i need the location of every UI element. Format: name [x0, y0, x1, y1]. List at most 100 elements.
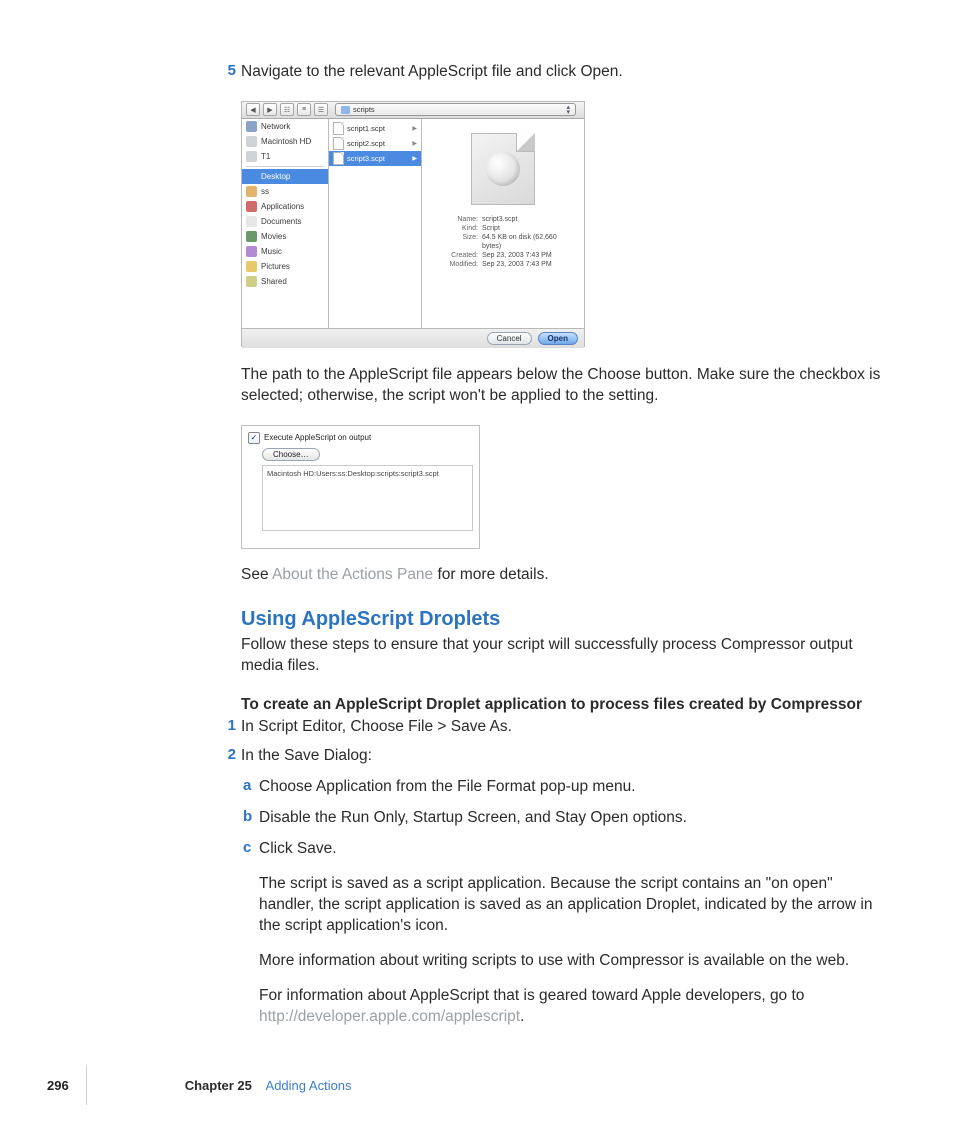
sidebar-label: Desktop: [261, 172, 290, 181]
sidebar-item-t1[interactable]: T1: [242, 149, 328, 164]
sidebar-label: Shared: [261, 277, 287, 286]
page-number: 296: [47, 1078, 69, 1093]
view-columns-button[interactable]: ☰: [314, 103, 328, 116]
file-column: script1.scpt ▶ script2.scpt ▶ script3.scpt ▶: [329, 119, 422, 328]
sidebar-icon: [246, 231, 257, 242]
meta-key: Created:: [430, 251, 482, 260]
folder-icon: [341, 106, 350, 114]
step-number-5: 5: [222, 62, 236, 79]
substep-a-text: Choose Application from the File Format …: [259, 778, 636, 795]
sidebar-item-ss[interactable]: ss: [242, 184, 328, 199]
choose-button[interactable]: Choose…: [262, 448, 320, 461]
sidebar-icon: [246, 201, 257, 212]
sidebar-icon: [246, 246, 257, 257]
file-item[interactable]: script2.scpt ▶: [329, 136, 421, 151]
document-icon: [333, 152, 344, 165]
meta-key: Kind:: [430, 224, 482, 233]
chapter-label: Chapter 25: [185, 1078, 252, 1093]
step-5-text: Navigate to the relevant AppleScript fil…: [241, 63, 623, 80]
file-item[interactable]: script1.scpt ▶: [329, 121, 421, 136]
meta-row: Created:Sep 23, 2003 7:43 PM: [430, 251, 576, 260]
meta-value: Script: [482, 224, 576, 233]
step-1-text: In Script Editor, Choose File > Save As.: [241, 718, 512, 735]
meta-key: Modified:: [430, 260, 482, 269]
sidebar-label: Macintosh HD: [261, 137, 311, 146]
open-button[interactable]: Open: [538, 332, 578, 345]
script-file-icon: [471, 133, 535, 205]
meta-row: Kind:Script: [430, 224, 576, 233]
sidebar-icon: [246, 151, 257, 162]
sidebar-label: Pictures: [261, 262, 290, 271]
page-footer: 296 Chapter 25 Adding Actions: [47, 1078, 897, 1093]
chevron-right-icon: ▶: [412, 155, 417, 162]
meta-value: Sep 23, 2003 7:43 PM: [482, 251, 576, 260]
sidebar-label: Music: [261, 247, 282, 256]
bold-intro: To create an AppleScript Droplet applica…: [241, 695, 881, 716]
meta-value: script3.scpt: [482, 215, 576, 224]
sidebar-item-macintosh-hd[interactable]: Macintosh HD: [242, 134, 328, 149]
sidebar-icon: [246, 216, 257, 227]
sidebar-item-music[interactable]: Music: [242, 244, 328, 259]
sidebar-icon: [246, 171, 257, 182]
chevron-right-icon: ▶: [412, 125, 417, 132]
popup-arrows-icon: ▴▾: [566, 105, 570, 115]
paragraph-developer: For information about AppleScript that i…: [259, 986, 881, 1028]
sidebar-item-network[interactable]: Network: [242, 119, 328, 134]
substep-c-text: Click Save.: [259, 840, 337, 857]
sidebar-item-desktop[interactable]: Desktop: [242, 169, 328, 184]
developer-link[interactable]: http://developer.apple.com/applescript: [259, 1008, 520, 1025]
sidebar-label: Movies: [261, 232, 286, 241]
sidebar-label: Network: [261, 122, 290, 131]
about-actions-pane-link[interactable]: About the Actions Pane: [272, 566, 433, 583]
file-item[interactable]: script3.scpt ▶: [329, 151, 421, 166]
open-dialog-screenshot: ◀ ▶ ☷ ≡ ☰ scripts ▴▾ Network Macintosh HD…: [241, 101, 585, 347]
sidebar-item-pictures[interactable]: Pictures: [242, 259, 328, 274]
path-popup[interactable]: scripts ▴▾: [335, 103, 576, 116]
file-name: script3.scpt: [347, 154, 385, 163]
sidebar-icon: [246, 186, 257, 197]
meta-row: Name:script3.scpt: [430, 215, 576, 224]
document-icon: [333, 122, 344, 135]
sidebar: Network Macintosh HD T1 Desktop ss Applicati…: [242, 119, 329, 328]
execute-checkbox[interactable]: ✓: [248, 432, 260, 444]
paragraph-after-dialog: The path to the AppleScript file appears…: [241, 365, 881, 407]
document-icon: [333, 137, 344, 150]
chevron-right-icon: ▶: [412, 140, 417, 147]
sidebar-item-movies[interactable]: Movies: [242, 229, 328, 244]
view-list-button[interactable]: ≡: [297, 103, 311, 116]
preview-column: Name:script3.scptKind:ScriptSize:64.5 KB…: [422, 119, 584, 328]
execute-checkbox-label: Execute AppleScript on output: [264, 433, 371, 442]
view-icons-button[interactable]: ☷: [280, 103, 294, 116]
sidebar-icon: [246, 121, 257, 132]
chapter-title: Adding Actions: [266, 1078, 352, 1093]
meta-value: 64.5 KB on disk (62,660 bytes): [482, 233, 576, 251]
meta-value: Sep 23, 2003 7:43 PM: [482, 260, 576, 269]
meta-row: Size:64.5 KB on disk (62,660 bytes): [430, 233, 576, 251]
forward-button[interactable]: ▶: [263, 103, 277, 116]
path-popup-label: scripts: [353, 105, 375, 114]
step-number-1: 1: [222, 717, 236, 734]
sidebar-label: ss: [261, 187, 269, 196]
substep-a-letter: a: [243, 777, 251, 794]
sidebar-item-applications[interactable]: Applications: [242, 199, 328, 214]
file-name: script2.scpt: [347, 139, 385, 148]
cancel-button[interactable]: Cancel: [487, 332, 532, 345]
substep-b-text: Disable the Run Only, Startup Screen, an…: [259, 809, 687, 826]
sidebar-label: Applications: [261, 202, 304, 211]
heading-using-droplets: Using AppleScript Droplets: [241, 608, 881, 631]
sidebar-item-shared[interactable]: Shared: [242, 274, 328, 289]
see-line: See About the Actions Pane for more deta…: [241, 565, 881, 586]
sidebar-icon: [246, 136, 257, 147]
step-2-text: In the Save Dialog:: [241, 747, 372, 764]
sidebar-icon: [246, 261, 257, 272]
sidebar-icon: [246, 276, 257, 287]
meta-row: Modified:Sep 23, 2003 7:43 PM: [430, 260, 576, 269]
sidebar-label: T1: [261, 152, 270, 161]
sidebar-item-documents[interactable]: Documents: [242, 214, 328, 229]
meta-key: Name:: [430, 215, 482, 224]
back-button[interactable]: ◀: [246, 103, 260, 116]
step-number-2: 2: [222, 746, 236, 763]
file-name: script1.scpt: [347, 124, 385, 133]
paragraph-more-info: More information about writing scripts t…: [259, 951, 881, 972]
sidebar-label: Documents: [261, 217, 301, 226]
